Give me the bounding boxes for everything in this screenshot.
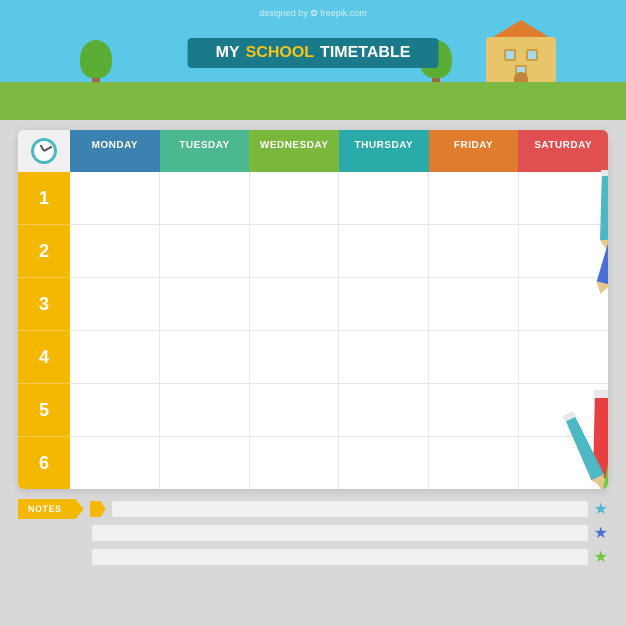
star-1: ★ [594,499,608,519]
title-my: MY [216,44,240,62]
grid-row-3 [70,278,608,331]
day-header-row: MONDAY TUESDAY WEDNESDAY THURSDAY FRIDAY… [18,130,608,172]
cell-4-4[interactable] [339,331,429,383]
row-num-5: 5 [18,384,70,437]
cell-2-4[interactable] [339,225,429,277]
cell-2-1[interactable] [70,225,160,277]
cell-1-6[interactable] [519,172,608,224]
building-window-2 [526,49,538,61]
cell-5-3[interactable] [250,384,340,436]
title-timetable: TIMETABLE [320,44,410,62]
cell-1-4[interactable] [339,172,429,224]
cell-6-6[interactable] [519,437,608,489]
clock-cell [18,130,70,172]
cell-6-4[interactable] [339,437,429,489]
day-cell-friday: FRIDAY [429,130,519,172]
notes-section: NOTES ★ ★ ★ [18,499,608,567]
cell-4-5[interactable] [429,331,519,383]
cell-1-3[interactable] [250,172,340,224]
cell-1-5[interactable] [429,172,519,224]
row-num-3: 3 [18,278,70,331]
title-school: SCHOOL [246,44,314,62]
grid-row-5 [70,384,608,437]
cell-6-1[interactable] [70,437,160,489]
tree-top-left [80,40,112,78]
cell-2-3[interactable] [250,225,340,277]
cell-4-2[interactable] [160,331,250,383]
cell-3-2[interactable] [160,278,250,330]
cell-3-4[interactable] [339,278,429,330]
grid-row-4 [70,331,608,384]
timetable-card: MONDAY TUESDAY WEDNESDAY THURSDAY FRIDAY… [18,130,608,489]
cell-2-5[interactable] [429,225,519,277]
row-num-2: 2 [18,225,70,278]
cell-3-3[interactable] [250,278,340,330]
notes-arrow [90,501,106,517]
cell-5-5[interactable] [429,384,519,436]
grid-cells [70,172,608,489]
day-cell-wednesday: WEDNESDAY [249,130,339,172]
star-3: ★ [594,547,608,567]
cell-6-3[interactable] [250,437,340,489]
grid-row-6 [70,437,608,489]
cell-1-2[interactable] [160,172,250,224]
notes-line-1[interactable] [112,501,588,517]
cell-5-6[interactable] [519,384,608,436]
cell-4-1[interactable] [70,331,160,383]
cell-3-5[interactable] [429,278,519,330]
cell-5-1[interactable] [70,384,160,436]
cell-4-6[interactable] [519,331,608,383]
grid-body: 1 2 3 4 5 6 [18,172,608,489]
notes-row-3: ★ [18,547,608,567]
row-num-1: 1 [18,172,70,225]
cell-2-2[interactable] [160,225,250,277]
grid-row-1 [70,172,608,225]
cell-3-6[interactable] [519,278,608,330]
clock-hand-minute [44,146,53,152]
outer-wrapper: designed by ✿ freepik.com MY SCHOOL TIME… [0,0,626,626]
cell-6-2[interactable] [160,437,250,489]
cell-1-1[interactable] [70,172,160,224]
cell-5-4[interactable] [339,384,429,436]
notes-line-2[interactable] [92,525,588,541]
day-cell-tuesday: TUESDAY [160,130,250,172]
cell-6-5[interactable] [429,437,519,489]
clock-icon [31,138,57,164]
notes-row-2: ★ [18,523,608,543]
school-building [476,17,566,92]
grid-row-2 [70,225,608,278]
day-cell-thursday: THURSDAY [339,130,429,172]
star-2: ★ [594,523,608,543]
row-num-4: 4 [18,331,70,384]
cell-3-1[interactable] [70,278,160,330]
cell-4-3[interactable] [250,331,340,383]
building-window-1 [504,49,516,61]
notes-row-1: NOTES ★ [18,499,608,519]
header-title-band: MY SCHOOL TIMETABLE [188,38,439,68]
row-num-6: 6 [18,437,70,489]
header-ground [0,82,626,120]
cell-5-2[interactable] [160,384,250,436]
row-numbers: 1 2 3 4 5 6 [18,172,70,489]
cell-2-6[interactable] [519,225,608,277]
notes-line-3[interactable] [92,549,588,565]
watermark: designed by ✿ freepik.com [259,8,367,19]
day-cell-saturday: SATURDAY [518,130,608,172]
header-banner: designed by ✿ freepik.com MY SCHOOL TIME… [0,0,626,120]
day-cell-monday: MONDAY [70,130,160,172]
notes-label: NOTES [18,499,84,519]
